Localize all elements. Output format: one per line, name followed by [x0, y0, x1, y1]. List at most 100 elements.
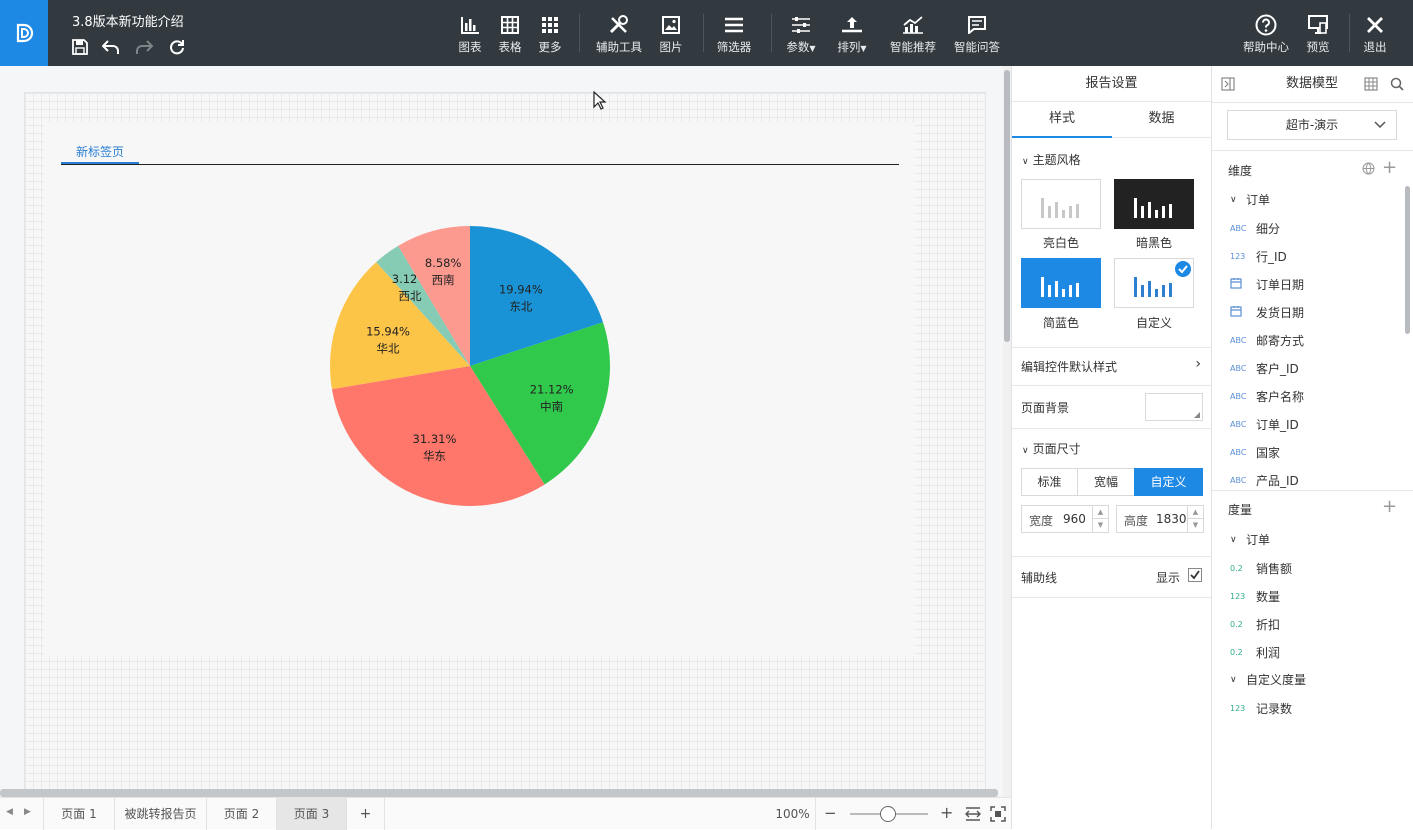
fit-page-icon[interactable]: [990, 806, 1006, 822]
field-quantity[interactable]: 123 数量: [1230, 586, 1280, 606]
field-sales[interactable]: 0.2 销售额: [1230, 558, 1292, 578]
measure-group-custom[interactable]: ∨ 自定义度量: [1230, 671, 1306, 688]
app-logo[interactable]: [0, 0, 48, 66]
height-label: 高度: [1124, 514, 1149, 528]
refresh-button[interactable]: [166, 36, 188, 58]
dataset-select-value: 超市-演示: [1285, 118, 1339, 132]
theme-custom[interactable]: [1114, 258, 1194, 308]
measure-group-order[interactable]: ∨ 订单: [1230, 531, 1270, 548]
size-custom-button[interactable]: 自定义: [1134, 468, 1203, 496]
report-canvas[interactable]: 新标签页 19.94% 东北 21.12% 中南 31.31% 华东 15.94% 华北 3.1…: [0, 66, 1011, 797]
collapse-panel-icon[interactable]: [1221, 77, 1235, 91]
field-record-count[interactable]: 123 记录数: [1230, 698, 1292, 718]
toolbar-separator: [1349, 14, 1350, 52]
tab-style[interactable]: 样式: [1012, 102, 1112, 138]
dropdown-caret-icon: ▼: [860, 44, 867, 53]
pie-slice-category-label: 东北: [509, 300, 532, 314]
field-order-date[interactable]: 订单日期: [1230, 274, 1304, 294]
field-product-id[interactable]: ABC 产品_ID: [1230, 470, 1299, 488]
toolbar-smart-recommend-button[interactable]: 智能推荐: [886, 0, 940, 66]
next-page-arrow-icon[interactable]: ▶: [24, 807, 31, 817]
toolbar-image-button[interactable]: 图片: [653, 0, 689, 66]
toolbar-table-button[interactable]: 表格: [492, 0, 528, 66]
toolbar-more-button[interactable]: 更多: [532, 0, 568, 66]
dimension-scroll-thumb[interactable]: [1405, 186, 1410, 334]
close-icon: [1367, 17, 1383, 33]
width-stepper[interactable]: 宽度 960 ▲ ▼: [1021, 505, 1109, 533]
canvas-horizontal-scrollbar[interactable]: [0, 789, 998, 797]
add-measure-icon[interactable]: +: [1382, 496, 1397, 517]
field-customer-id[interactable]: ABC 客户_ID: [1230, 358, 1299, 378]
page-tab-1[interactable]: 页面 1: [43, 798, 115, 830]
theme-section-label: 主题风格: [1032, 153, 1081, 167]
field-profit[interactable]: 0.2 利润: [1230, 642, 1280, 662]
width-decrement-icon[interactable]: ▼: [1092, 519, 1108, 532]
toolbar-separator: [579, 14, 580, 52]
page-tab-jump-report[interactable]: 被跳转报告页: [115, 798, 207, 830]
globe-icon[interactable]: [1362, 162, 1375, 175]
toolbar-chart-button[interactable]: 图表: [452, 0, 488, 66]
preview-button[interactable]: 预览: [1300, 0, 1336, 66]
field-label: 记录数: [1256, 701, 1293, 716]
save-button[interactable]: [69, 36, 91, 58]
fit-width-icon[interactable]: [965, 807, 981, 821]
theme-blue[interactable]: [1021, 258, 1101, 308]
zoom-out-button[interactable]: −: [824, 804, 837, 822]
chevron-right-icon: ›: [1195, 356, 1201, 372]
edit-default-style-row[interactable]: 编辑控件默认样式 ›: [1021, 356, 1201, 375]
toolbar-arrange-button[interactable]: 排列▼: [832, 0, 872, 66]
table-view-icon[interactable]: [1364, 77, 1378, 91]
size-standard-button[interactable]: 标准: [1021, 468, 1078, 496]
add-page-button[interactable]: +: [347, 798, 385, 830]
field-country[interactable]: ABC 国家: [1230, 442, 1280, 462]
undo-button[interactable]: [100, 36, 122, 58]
width-increment-icon[interactable]: ▲: [1092, 506, 1108, 519]
toolbar-tools-button[interactable]: 辅助工具: [592, 0, 646, 66]
add-dimension-icon[interactable]: +: [1382, 157, 1397, 178]
pie-chart[interactable]: 19.94%东北21.12%中南31.31%华东15.94%华北3.12%西北8…: [300, 196, 640, 536]
edit-default-style-label: 编辑控件默认样式: [1021, 360, 1118, 374]
page-tab-2[interactable]: 页面 2: [207, 798, 277, 830]
theme-light[interactable]: [1021, 179, 1101, 229]
toolbar-params-button[interactable]: 参数▼: [782, 0, 820, 66]
page-tab-3[interactable]: 页面 3: [277, 798, 347, 830]
field-ship-date[interactable]: 发货日期: [1230, 302, 1304, 322]
height-decrement-icon[interactable]: ▼: [1187, 519, 1203, 532]
theme-dark[interactable]: [1114, 179, 1194, 229]
exit-button[interactable]: 退出: [1358, 0, 1392, 66]
canvas-vertical-scroll-thumb[interactable]: [1004, 70, 1010, 342]
pie-slice-percent-label: 31.31%: [413, 432, 457, 446]
field-segment[interactable]: ABC 细分: [1230, 218, 1280, 238]
size-wide-button[interactable]: 宽幅: [1077, 468, 1135, 496]
zoom-slider-handle[interactable]: [880, 806, 896, 822]
height-increment-icon[interactable]: ▲: [1187, 506, 1203, 519]
dimension-group-order[interactable]: ∨ 订单: [1230, 191, 1270, 208]
page-background-color-picker[interactable]: [1145, 393, 1203, 421]
tab-data[interactable]: 数据: [1112, 102, 1211, 138]
guide-show-checkbox[interactable]: [1188, 568, 1202, 582]
smart-recommend-icon: [903, 16, 923, 34]
search-icon[interactable]: [1390, 77, 1404, 91]
field-label: 销售额: [1256, 561, 1293, 576]
theme-section-header[interactable]: ∨ 主题风格: [1022, 151, 1081, 168]
toolbar-smart-qa-button[interactable]: 智能问答: [950, 0, 1004, 66]
field-row-id[interactable]: 123 行_ID: [1230, 246, 1287, 266]
zoom-in-button[interactable]: +: [940, 803, 953, 822]
toolbar-arrange-label: 排列▼: [837, 39, 866, 55]
field-ship-mode[interactable]: ABC 邮寄方式: [1230, 330, 1304, 350]
theme-dark-label: 暗黑色: [1135, 236, 1172, 250]
help-center-button[interactable]: 帮助中心: [1240, 0, 1292, 66]
prev-page-arrow-icon[interactable]: ◀: [6, 807, 13, 817]
guide-line-label: 辅助线: [1021, 571, 1058, 585]
toolbar-filter-button[interactable]: 筛选器: [712, 0, 756, 66]
field-order-id[interactable]: ABC 订单_ID: [1230, 414, 1299, 434]
height-stepper[interactable]: 高度 1830 ▲ ▼: [1116, 505, 1204, 533]
field-customer-name[interactable]: ABC 客户名称: [1230, 386, 1304, 406]
tab-new-tab[interactable]: 新标签页: [61, 140, 139, 164]
field-discount[interactable]: 0.2 折扣: [1230, 614, 1280, 634]
redo-button[interactable]: [133, 36, 155, 58]
date-type-icon: [1230, 277, 1256, 291]
page-size-section-header[interactable]: ∨ 页面尺寸: [1022, 440, 1081, 457]
date-type-icon: [1230, 305, 1256, 319]
dataset-select[interactable]: 超市-演示: [1227, 110, 1397, 140]
